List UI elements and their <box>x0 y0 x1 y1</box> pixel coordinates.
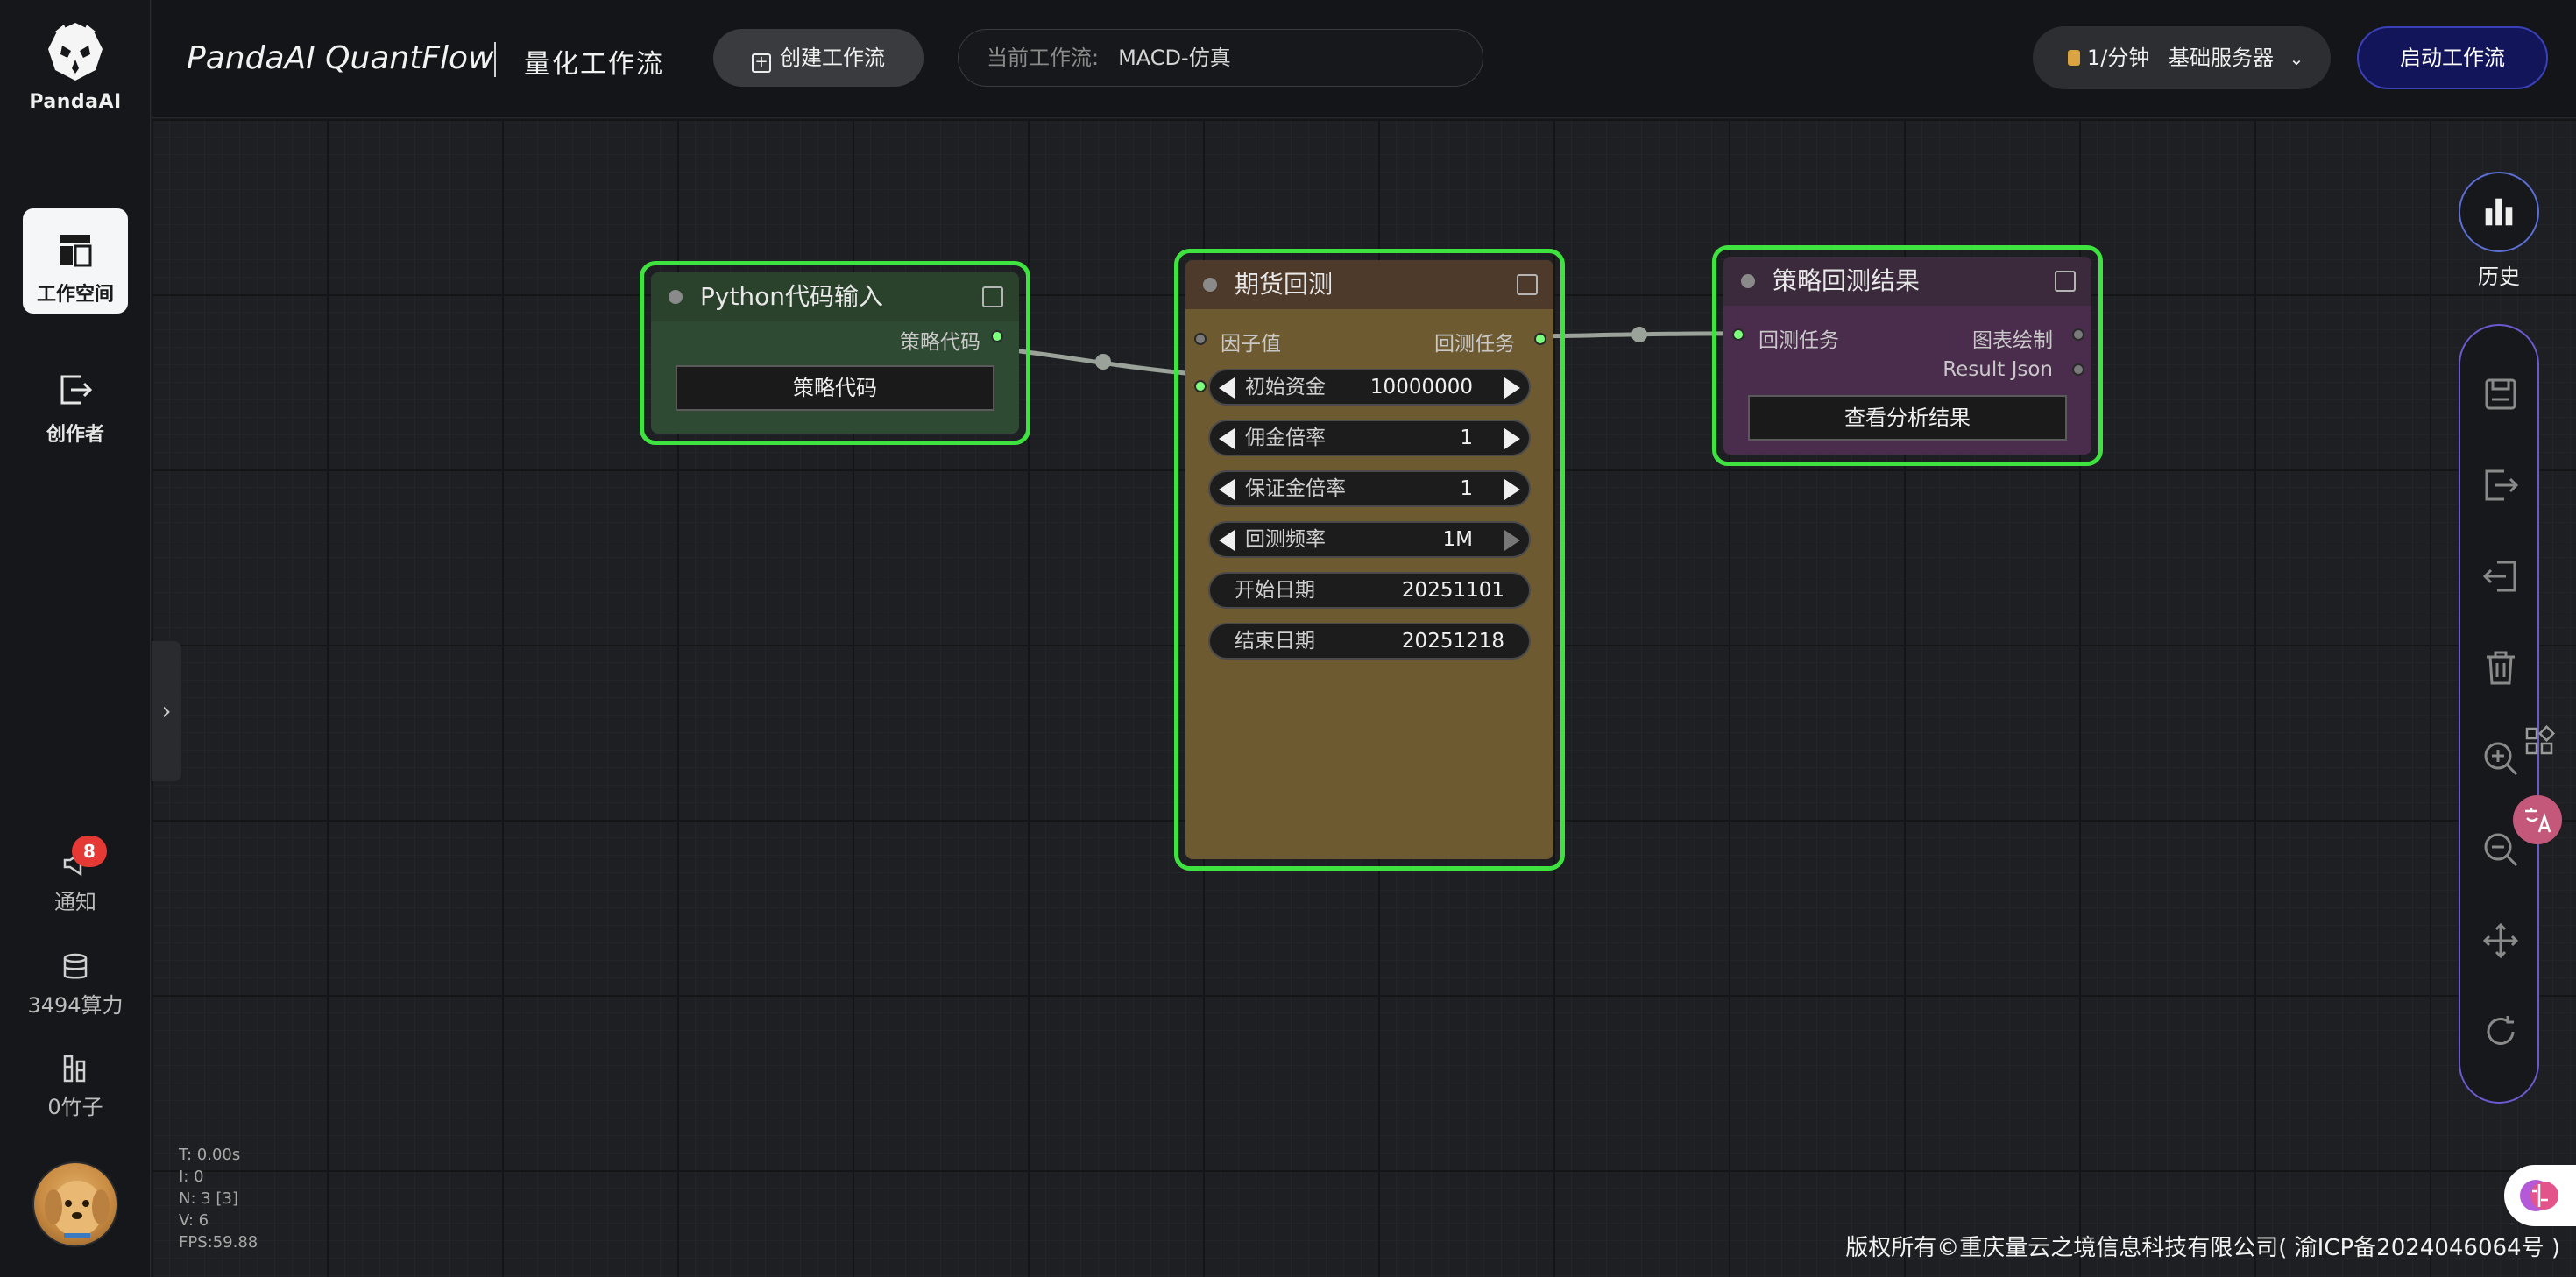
output-port[interactable] <box>2072 328 2084 341</box>
node-backtest-result[interactable]: 策略回测结果 回测任务 图表绘制 Result Json 查看分析结果 <box>1712 245 2103 466</box>
widget-value: 20251101 <box>1401 579 1504 602</box>
input-label: 因子值 <box>1221 333 1281 356</box>
translate-button[interactable] <box>2513 795 2562 844</box>
increment-arrow[interactable] <box>1504 377 1520 399</box>
decrement-arrow[interactable] <box>1219 479 1235 500</box>
widget-label: 佣金倍率 <box>1245 427 1326 449</box>
node-futures-backtest[interactable]: 期货回测 因子值 回测任务 初始资金 10000000 佣金倍率 1 保证金倍率… <box>1174 249 1565 871</box>
node-title-text: 策略回测结果 <box>1773 266 1921 295</box>
bar-chart-icon <box>2485 198 2513 226</box>
widget-label: 初始资金 <box>1245 376 1326 399</box>
node-status-dot[interactable] <box>1741 274 1755 288</box>
history-label: 历史 <box>2478 265 2520 289</box>
text-widget-end-date[interactable]: 结束日期 20251218 <box>1208 623 1531 660</box>
stat-time: T: 0.00s <box>179 1146 241 1164</box>
node-body: 策略回测结果 回测任务 图表绘制 Result Json 查看分析结果 <box>1723 257 2091 455</box>
stat-v: V: 6 <box>179 1211 209 1230</box>
widget-label: 回测频率 <box>1245 528 1326 551</box>
canvas-toolbar <box>2459 324 2539 1104</box>
decrement-arrow[interactable] <box>1219 530 1235 551</box>
edit-icon[interactable] <box>982 286 1003 307</box>
widget-label: 结束日期 <box>1235 630 1315 653</box>
move-icon[interactable] <box>2480 920 2522 962</box>
widget-value: 1 <box>1460 477 1473 500</box>
node-status-dot[interactable] <box>1203 278 1217 292</box>
node-title[interactable]: Python代码输入 <box>651 272 1019 321</box>
node-body: 期货回测 因子值 回测任务 初始资金 10000000 佣金倍率 1 保证金倍率… <box>1185 260 1553 859</box>
increment-arrow[interactable] <box>1504 428 1520 449</box>
node-title[interactable]: 期货回测 <box>1185 260 1553 309</box>
output-port[interactable] <box>991 330 1003 342</box>
number-widget-commission[interactable]: 佣金倍率 1 <box>1208 420 1531 456</box>
brain-icon <box>2520 1180 2558 1211</box>
output-port[interactable] <box>1534 333 1546 345</box>
output-label: 回测任务 <box>1434 333 1515 356</box>
input-port-capital[interactable] <box>1194 380 1207 392</box>
connection-midpoint <box>1095 354 1111 370</box>
translate-icon <box>2525 808 2551 833</box>
stat-i: I: 0 <box>179 1168 204 1186</box>
node-status-dot[interactable] <box>669 290 683 304</box>
text-widget-start-date[interactable]: 开始日期 20251101 <box>1208 572 1531 609</box>
output-label: 图表绘制 <box>1972 329 2053 352</box>
input-label: 回测任务 <box>1759 329 1839 352</box>
increment-arrow[interactable] <box>1504 479 1520 500</box>
strategy-code-button[interactable]: 策略代码 <box>676 365 994 411</box>
node-title-text: 期货回测 <box>1235 270 1334 299</box>
output-label: Result Json <box>1943 358 2053 381</box>
output-port[interactable] <box>2072 363 2084 376</box>
stat-fps: FPS:59.88 <box>179 1233 258 1252</box>
history-button[interactable] <box>2459 172 2539 252</box>
node-python-input[interactable]: Python代码输入 策略代码 策略代码 <box>640 261 1030 445</box>
widget-value: 10000000 <box>1369 376 1473 399</box>
connection-midpoint <box>1631 327 1647 342</box>
export-icon[interactable] <box>2480 464 2522 506</box>
node-body: Python代码输入 策略代码 策略代码 <box>651 272 1019 434</box>
import-icon[interactable] <box>2480 555 2522 597</box>
node-title-text: Python代码输入 <box>700 282 884 311</box>
widget-value: 1 <box>1460 427 1473 449</box>
zoom-in-icon[interactable] <box>2480 737 2522 780</box>
view-analysis-button[interactable]: 查看分析结果 <box>1748 395 2067 441</box>
delete-icon[interactable] <box>2480 646 2522 688</box>
number-widget-margin[interactable]: 保证金倍率 1 <box>1208 470 1531 507</box>
edit-icon[interactable] <box>1517 274 1538 295</box>
stat-nodes: N: 3 [3] <box>179 1189 238 1208</box>
render-stats: T: 0.00s I: 0 N: 3 [3] V: 6 FPS:59.88 <box>179 1144 258 1253</box>
edit-icon[interactable] <box>2055 271 2076 292</box>
input-port[interactable] <box>1732 328 1744 341</box>
widget-label: 保证金倍率 <box>1245 477 1346 500</box>
widget-value: 1M <box>1442 528 1473 551</box>
node-title[interactable]: 策略回测结果 <box>1723 257 2091 306</box>
input-port[interactable] <box>1194 333 1207 345</box>
increment-arrow[interactable] <box>1504 530 1520 551</box>
widget-value: 20251218 <box>1401 630 1504 653</box>
ai-assistant-button[interactable] <box>2504 1165 2576 1226</box>
copyright-footer: 版权所有©重庆量云之境信息科技有限公司( 渝ICP备2024046064号 ) <box>1845 1235 2560 1261</box>
widget-label: 开始日期 <box>1235 579 1315 602</box>
save-icon[interactable] <box>2480 373 2522 415</box>
combo-widget-frequency[interactable]: 回测频率 1M <box>1208 521 1531 558</box>
output-label: 策略代码 <box>900 331 980 354</box>
decrement-arrow[interactable] <box>1219 377 1235 399</box>
apps-grid-icon[interactable] <box>2523 725 2555 757</box>
number-widget-initial-capital[interactable]: 初始资金 10000000 <box>1208 369 1531 406</box>
refresh-icon[interactable] <box>2480 1011 2522 1053</box>
decrement-arrow[interactable] <box>1219 428 1235 449</box>
